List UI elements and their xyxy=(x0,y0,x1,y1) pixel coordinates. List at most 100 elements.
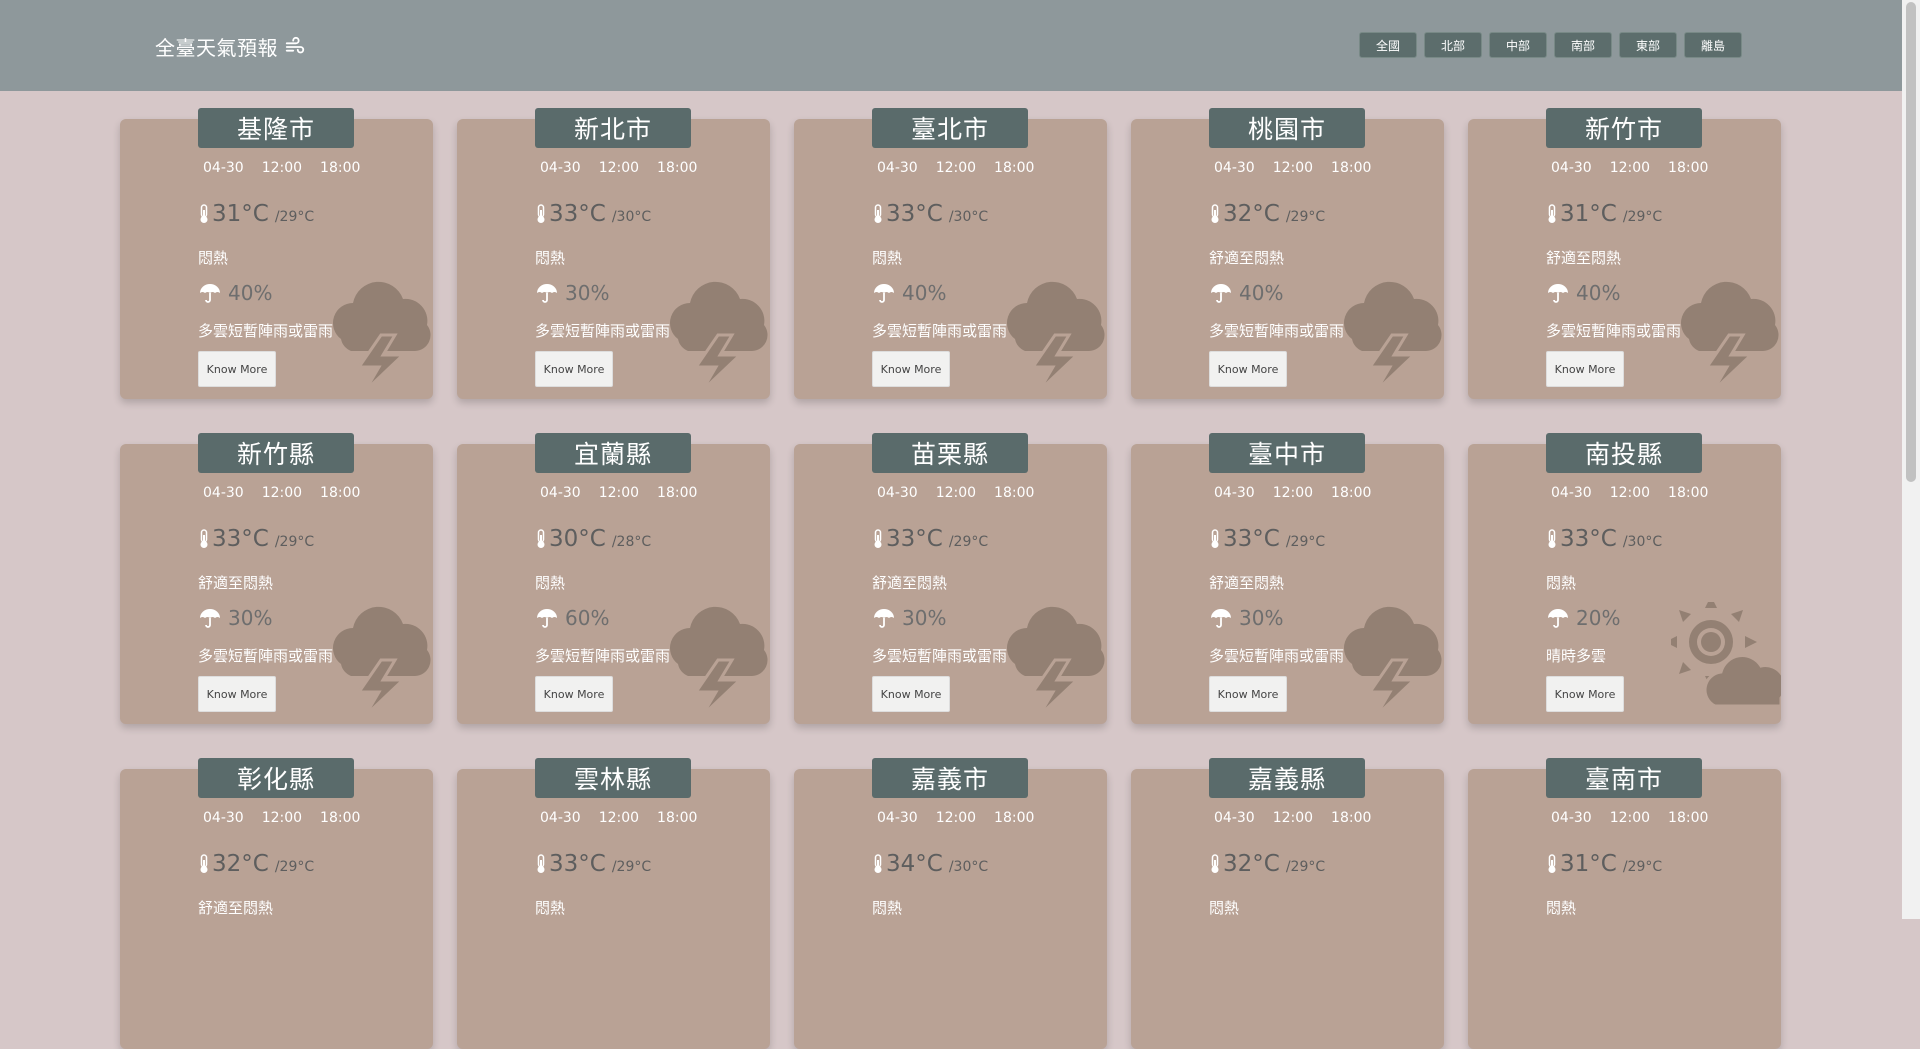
city-name: 基隆市 xyxy=(198,108,354,148)
max-temp: 31°C xyxy=(1560,201,1617,227)
know-more-button[interactable]: Know More xyxy=(198,351,276,387)
umbrella-icon xyxy=(200,609,220,628)
rain-probability: 60% xyxy=(535,606,609,630)
max-temp: 32°C xyxy=(212,851,269,877)
forecast-times: 04-30 12:00 18:00 xyxy=(1551,160,1708,176)
forecast-card: 臺南市 04-30 12:00 18:00 31°C /29°C 悶熱 xyxy=(1468,758,1781,1049)
forecast-date: 04-30 xyxy=(203,810,244,826)
forecast-times: 04-30 12:00 18:00 xyxy=(1214,160,1371,176)
forecast-end-time: 18:00 xyxy=(657,485,698,501)
thermometer-icon xyxy=(874,529,882,548)
forecast-end-time: 18:00 xyxy=(1668,160,1709,176)
forecast-times: 04-30 12:00 18:00 xyxy=(203,160,360,176)
max-temp: 33°C xyxy=(549,201,606,227)
know-more-button[interactable]: Know More xyxy=(872,351,950,387)
page-scrollbar[interactable] xyxy=(1902,0,1920,919)
cloud-lightning-icon xyxy=(1344,606,1442,712)
thermometer-icon xyxy=(1548,204,1556,223)
nav-all-button[interactable]: 全國 xyxy=(1359,32,1417,58)
forecast-end-time: 18:00 xyxy=(320,810,361,826)
forecast-date: 04-30 xyxy=(203,160,244,176)
nav-central-button[interactable]: 中部 xyxy=(1489,32,1547,58)
min-temp: /29°C xyxy=(1285,209,1326,225)
forecast-card: 嘉義縣 04-30 12:00 18:00 32°C /29°C 悶熱 xyxy=(1131,758,1444,1049)
city-name: 新北市 xyxy=(535,108,691,148)
know-more-button[interactable]: Know More xyxy=(1546,351,1624,387)
cloud-lightning-icon xyxy=(1007,606,1105,712)
scrollbar-thumb[interactable] xyxy=(1906,2,1916,482)
region-nav: 全國 北部 中部 南部 東部 離島 xyxy=(1359,32,1742,58)
know-more-button[interactable]: Know More xyxy=(1209,351,1287,387)
know-more-button[interactable]: Know More xyxy=(1209,676,1287,712)
nav-north-button[interactable]: 北部 xyxy=(1424,32,1482,58)
rain-probability-value: 30% xyxy=(902,606,947,630)
know-more-button[interactable]: Know More xyxy=(535,351,613,387)
comfort-index: 舒適至悶熱 xyxy=(1209,574,1285,592)
thermometer-icon xyxy=(874,854,882,873)
temperature: 33°C /30°C xyxy=(535,201,651,227)
forecast-end-time: 18:00 xyxy=(1331,485,1372,501)
forecast-end-time: 18:00 xyxy=(320,160,361,176)
min-temp: /29°C xyxy=(274,859,315,875)
forecast-date: 04-30 xyxy=(1551,810,1592,826)
know-more-button[interactable]: Know More xyxy=(872,676,950,712)
max-temp: 33°C xyxy=(886,526,943,552)
max-temp: 33°C xyxy=(212,526,269,552)
rain-probability: 40% xyxy=(1209,281,1283,305)
max-temp: 30°C xyxy=(549,526,606,552)
city-name: 臺北市 xyxy=(872,108,1028,148)
rain-probability-value: 60% xyxy=(565,606,610,630)
site-brand[interactable]: 全臺天氣預報 xyxy=(155,32,306,61)
city-name: 嘉義市 xyxy=(872,758,1028,798)
forecast-date: 04-30 xyxy=(877,485,918,501)
nav-islands-button[interactable]: 離島 xyxy=(1684,32,1742,58)
comfort-index: 舒適至悶熱 xyxy=(1209,249,1285,267)
temperature: 31°C /29°C xyxy=(198,201,314,227)
nav-south-button[interactable]: 南部 xyxy=(1554,32,1612,58)
temperature: 33°C /29°C xyxy=(535,851,651,877)
know-more-button[interactable]: Know More xyxy=(535,676,613,712)
nav-east-button[interactable]: 東部 xyxy=(1619,32,1677,58)
know-more-button[interactable]: Know More xyxy=(198,676,276,712)
weather-description: 多雲短暫陣雨或雷雨 xyxy=(872,322,1008,340)
forecast-start-time: 12:00 xyxy=(1609,485,1651,501)
sun-cloud-icon xyxy=(1671,602,1781,708)
comfort-index: 悶熱 xyxy=(535,899,566,917)
umbrella-icon xyxy=(200,284,220,303)
forecast-date: 04-30 xyxy=(1551,485,1592,501)
city-name: 彰化縣 xyxy=(198,758,354,798)
thermometer-icon xyxy=(874,204,882,223)
forecast-end-time: 18:00 xyxy=(994,485,1035,501)
forecast-card: 桃園市 04-30 12:00 18:00 32°C /29°C 舒適至悶熱 4… xyxy=(1131,108,1444,399)
temperature: 30°C /28°C xyxy=(535,526,651,552)
thermometer-icon xyxy=(200,854,208,873)
forecast-date: 04-30 xyxy=(1214,160,1255,176)
forecast-end-time: 18:00 xyxy=(1668,810,1709,826)
min-temp: /29°C xyxy=(611,859,652,875)
min-temp: /30°C xyxy=(948,859,989,875)
wind-icon xyxy=(285,36,305,53)
forecast-card: 雲林縣 04-30 12:00 18:00 33°C /29°C 悶熱 xyxy=(457,758,770,1049)
weather-description: 多雲短暫陣雨或雷雨 xyxy=(535,322,671,340)
forecast-start-time: 12:00 xyxy=(935,160,977,176)
cloud-lightning-icon xyxy=(1344,281,1442,387)
rain-probability: 30% xyxy=(535,281,609,305)
know-more-button[interactable]: Know More xyxy=(1546,676,1624,712)
forecast-times: 04-30 12:00 18:00 xyxy=(877,485,1034,501)
weather-description: 多雲短暫陣雨或雷雨 xyxy=(198,647,334,665)
forecast-end-time: 18:00 xyxy=(1331,810,1372,826)
umbrella-icon xyxy=(537,284,557,303)
comfort-index: 舒適至悶熱 xyxy=(1546,249,1622,267)
max-temp: 33°C xyxy=(1223,526,1280,552)
temperature: 33°C /29°C xyxy=(872,526,988,552)
city-name: 雲林縣 xyxy=(535,758,691,798)
forecast-times: 04-30 12:00 18:00 xyxy=(540,485,697,501)
rain-probability: 20% xyxy=(1546,606,1620,630)
forecast-start-time: 12:00 xyxy=(1272,810,1314,826)
rain-probability: 40% xyxy=(1546,281,1620,305)
rain-probability: 40% xyxy=(198,281,272,305)
rain-probability: 30% xyxy=(1209,606,1283,630)
city-name: 新竹縣 xyxy=(198,433,354,473)
forecast-start-time: 12:00 xyxy=(1609,160,1651,176)
rain-probability: 30% xyxy=(198,606,272,630)
